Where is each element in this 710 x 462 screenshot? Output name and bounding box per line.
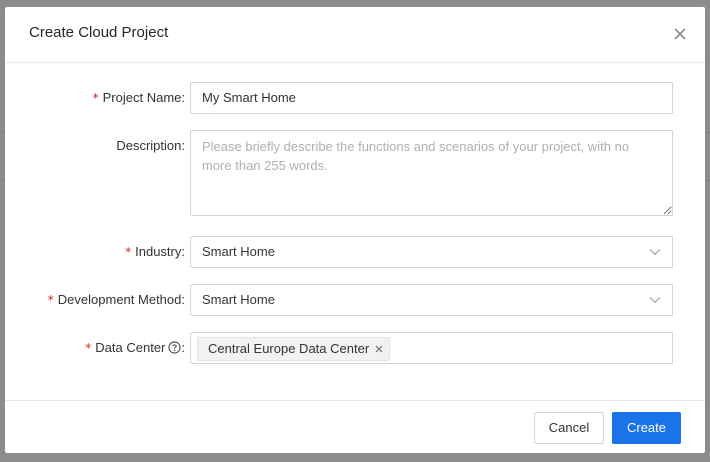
required-mark: * (47, 293, 54, 307)
dialog-title: Create Cloud Project (29, 24, 169, 41)
development-method-label: * Development Method: (47, 292, 185, 307)
required-mark: * (92, 91, 99, 105)
selected-tag: Central Europe Data Center (197, 337, 391, 361)
close-icon (674, 28, 686, 40)
development-method-value: Smart Home (202, 292, 275, 307)
industry-value: Smart Home (202, 244, 275, 259)
project-name-input[interactable]: My Smart Home (190, 82, 673, 114)
required-mark: * (85, 341, 92, 355)
industry-select[interactable]: Smart Home (190, 236, 673, 268)
industry-label: * Industry: (125, 244, 185, 259)
data-center-multiselect[interactable]: Central Europe Data Center (190, 332, 673, 364)
question-circle-icon[interactable] (168, 341, 181, 354)
chevron-down-icon (649, 249, 661, 256)
create-project-dialog: Create Cloud Project * Project Name: My S… (5, 7, 705, 453)
cancel-button[interactable]: Cancel (534, 412, 604, 444)
dialog-footer: Cancel Create (5, 400, 705, 453)
project-name-label: * Project Name: (92, 90, 185, 105)
tag-close-icon[interactable] (375, 345, 383, 353)
data-center-label: * Data Center : (85, 340, 185, 355)
required-mark: * (125, 245, 132, 259)
create-button[interactable]: Create (612, 412, 681, 444)
dialog-header: Create Cloud Project (5, 7, 705, 63)
close-button[interactable] (671, 25, 689, 43)
project-name-value: My Smart Home (202, 90, 296, 105)
chevron-down-icon (649, 297, 661, 304)
tag-label: Central Europe Data Center (208, 341, 370, 356)
development-method-select[interactable]: Smart Home (190, 284, 673, 316)
description-label: Description: (116, 138, 185, 153)
description-textarea[interactable] (190, 130, 673, 216)
